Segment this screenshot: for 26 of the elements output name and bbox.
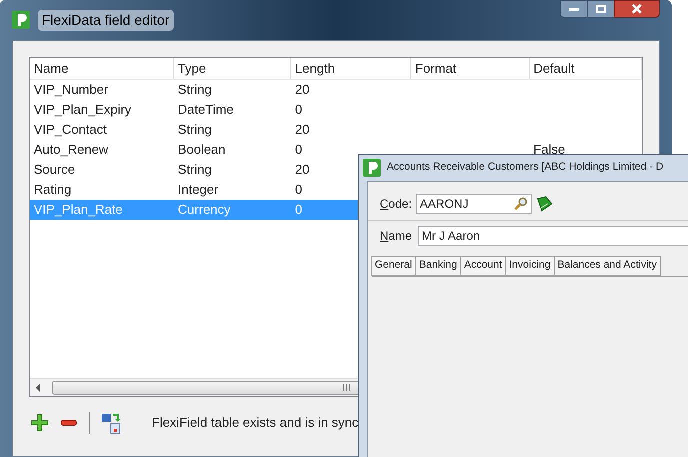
window-title: FlexiData field editor (38, 10, 174, 30)
table-cell-text: False (534, 141, 566, 160)
table-cell-text: 20 (295, 161, 310, 180)
table-cell-text: 0 (295, 141, 302, 160)
table-cell-text: VIP_Plan_Rate (34, 201, 123, 220)
table-cell-text: VIP_Number (34, 81, 108, 100)
table-cell-text: 0 (295, 181, 302, 200)
table-cell-text: 20 (295, 121, 310, 140)
table-cell-text: VIP_Plan_Expiry (34, 101, 132, 120)
table-cell-text: Rating (34, 181, 72, 200)
table-cell-text: Boolean (178, 141, 226, 160)
name-label: Name (380, 228, 412, 245)
table-cell-text: 20 (295, 81, 310, 100)
table-cell-text: Auto_Renew (34, 141, 108, 160)
table-cell-text: 0 (295, 101, 302, 120)
status-text: FlexiField table exists and is in sync (152, 414, 359, 432)
table-cell-text: String (178, 81, 212, 100)
window-title: Accounts Receivable Customers [ABC Holdings Limited - D (387, 160, 664, 176)
table-cell-text: String (178, 161, 212, 180)
table-cell-text: VIP_Contact (34, 121, 107, 140)
table-cell-text: Integer (178, 181, 219, 200)
table-cell-text: Source (34, 161, 76, 180)
table-cell-text: String (178, 121, 212, 140)
table-cell-text: DateTime (178, 101, 234, 120)
table-cell-text: Currency (178, 201, 231, 220)
table-cell-text: 0 (295, 201, 302, 220)
